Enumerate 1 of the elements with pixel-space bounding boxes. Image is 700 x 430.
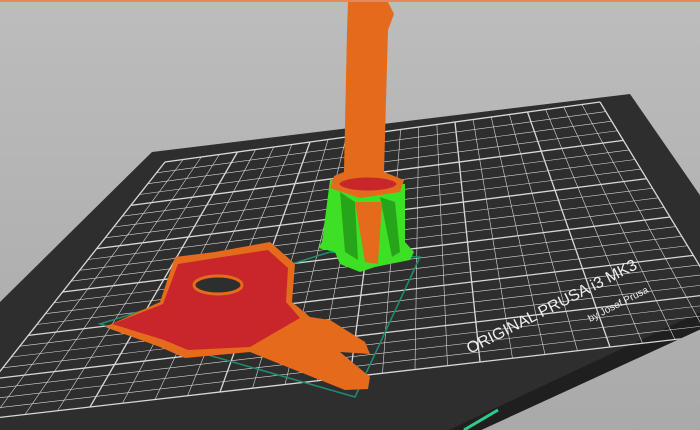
status-led [463,408,499,430]
